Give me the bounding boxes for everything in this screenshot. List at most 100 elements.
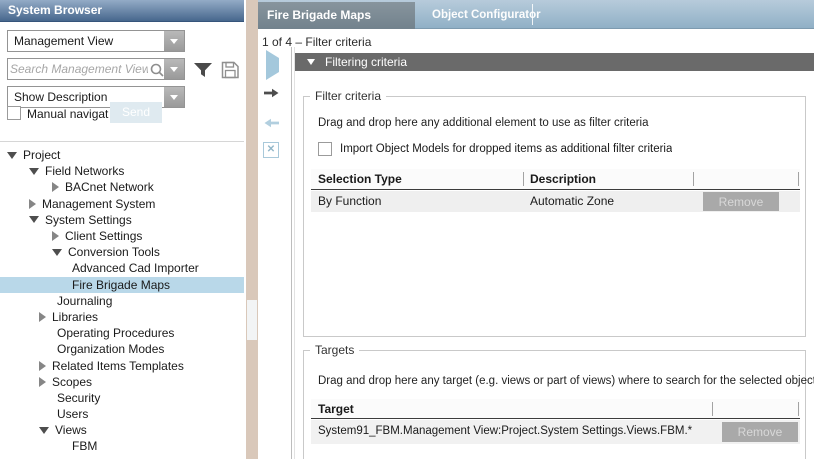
- remove-filter-button[interactable]: Remove: [703, 192, 779, 211]
- filter-drop-hint: Drag and drop here any additional elemen…: [318, 117, 649, 129]
- search-input[interactable]: [10, 60, 148, 78]
- tree-item-security[interactable]: Security: [0, 390, 244, 406]
- remove-target-button[interactable]: Remove: [722, 422, 798, 442]
- forward-arrow-icon: [264, 89, 279, 97]
- tree-item-label: Conversion Tools: [68, 245, 160, 259]
- breadcrumb: 1 of 4 – Filter criteria: [262, 35, 371, 49]
- tree-item-users[interactable]: Users: [0, 406, 244, 422]
- filter-table-header: Selection Type Description: [311, 169, 800, 190]
- expand-arrow-icon[interactable]: [29, 199, 36, 209]
- tree-item-label: Advanced Cad Importer: [72, 261, 199, 275]
- tree-item-label: Management System: [42, 197, 155, 211]
- tree-item-label: Client Settings: [65, 229, 142, 243]
- tree-item-label: BACnet Network: [65, 180, 154, 194]
- tree-item-conversion-tools[interactable]: Conversion Tools: [0, 244, 244, 260]
- tree-item-system-settings[interactable]: System Settings: [0, 212, 244, 228]
- column-separator[interactable]: [523, 172, 524, 186]
- expand-arrow-icon[interactable]: [39, 361, 46, 371]
- column-header-target[interactable]: Target: [318, 402, 354, 416]
- tree-item-related-items-templates[interactable]: Related Items Templates: [0, 357, 244, 373]
- collapse-arrow-icon[interactable]: [29, 216, 39, 223]
- column-separator[interactable]: [712, 402, 713, 416]
- tab-object-configurator[interactable]: Object Configurator: [430, 2, 545, 29]
- column-header-selection-type[interactable]: Selection Type: [318, 172, 402, 186]
- separator-line: [0, 141, 244, 142]
- close-icon: ✕: [267, 144, 275, 155]
- manual-navigation-checkbox[interactable]: [7, 106, 21, 120]
- tree-item-label: Users: [57, 407, 88, 421]
- save-icon[interactable]: [221, 61, 240, 79]
- tab-separator: [532, 4, 533, 25]
- tree-item-views[interactable]: Views: [0, 422, 244, 438]
- view-selector-arrow-button[interactable]: [164, 31, 184, 51]
- collapse-arrow-icon[interactable]: [7, 152, 17, 159]
- play-button[interactable]: [266, 58, 279, 72]
- search-icon[interactable]: [149, 62, 165, 78]
- panel-title: System Browser: [0, 0, 244, 22]
- tree-item-journaling[interactable]: Journaling: [0, 293, 244, 309]
- targets-group-label: Targets: [310, 343, 359, 357]
- filter-criteria-group-label: Filter criteria: [310, 89, 386, 103]
- column-separator[interactable]: [798, 172, 799, 186]
- splitter-grip-handle[interactable]: [247, 300, 257, 340]
- expand-arrow-icon[interactable]: [39, 377, 46, 387]
- tree-item-fbm[interactable]: FBM: [0, 438, 244, 454]
- expand-arrow-icon[interactable]: [39, 312, 46, 322]
- display-mode-arrow-button[interactable]: [164, 87, 184, 107]
- panel-splitter[interactable]: [246, 0, 258, 459]
- tree-item-label: Fire Brigade Maps: [72, 278, 170, 292]
- tree-item-bacnet-network[interactable]: BACnet Network: [0, 179, 244, 195]
- cell-selection-type: By Function: [318, 194, 381, 208]
- collapse-arrow-icon[interactable]: [52, 249, 62, 256]
- manual-navigation-label: Manual navigatic: [27, 107, 109, 121]
- collapse-arrow-icon[interactable]: [307, 59, 315, 65]
- tree-item-libraries[interactable]: Libraries: [0, 309, 244, 325]
- collapse-arrow-icon[interactable]: [29, 168, 39, 175]
- tree-item-label: Security: [57, 391, 100, 405]
- import-object-models-checkbox[interactable]: [318, 142, 332, 156]
- tab-strip: Fire Brigade Maps Object Configurator: [258, 0, 814, 29]
- targets-table-header: Target: [311, 399, 800, 419]
- tree-item-management-system[interactable]: Management System: [0, 196, 244, 212]
- filtering-criteria-section-header[interactable]: Filtering criteria: [295, 53, 814, 71]
- back-arrow-icon: [265, 119, 280, 127]
- tree-item-field-networks[interactable]: Field Networks: [0, 163, 244, 179]
- filter-table-row[interactable]: By Function Automatic Zone Remove: [311, 191, 800, 212]
- tree-item-label: Scopes: [52, 375, 92, 389]
- tree-item-scopes[interactable]: Scopes: [0, 374, 244, 390]
- tree-item-label: Operating Procedures: [57, 326, 174, 340]
- tree-item-label: Organization Modes: [57, 342, 164, 356]
- expand-arrow-icon[interactable]: [52, 182, 59, 192]
- view-selector-value: Management View: [14, 34, 113, 48]
- tree-item-label: Libraries: [52, 310, 98, 324]
- column-separator[interactable]: [798, 402, 799, 416]
- column-header-description[interactable]: Description: [530, 172, 596, 186]
- tree-item-client-settings[interactable]: Client Settings: [0, 228, 244, 244]
- tree-item-fire-brigade-maps[interactable]: Fire Brigade Maps: [0, 277, 244, 293]
- tree-item-organization-modes[interactable]: Organization Modes: [0, 341, 244, 357]
- close-button[interactable]: ✕: [263, 142, 279, 158]
- tree-item-project[interactable]: Project: [0, 147, 244, 163]
- tree-item-label: System Settings: [45, 213, 132, 227]
- send-button[interactable]: Send: [110, 102, 162, 123]
- vertical-divider: [291, 47, 292, 459]
- cell-description: Automatic Zone: [530, 194, 614, 208]
- collapse-arrow-icon[interactable]: [39, 427, 49, 434]
- expand-arrow-icon[interactable]: [52, 231, 59, 241]
- application-window: System Browser Management View Show De: [0, 0, 814, 459]
- tab-fire-brigade-maps[interactable]: Fire Brigade Maps: [258, 2, 415, 29]
- chevron-down-icon: [170, 95, 178, 100]
- tree-item-label: Project: [23, 148, 60, 162]
- targets-table-row[interactable]: System91_FBM.Management View:Project.Sys…: [311, 420, 800, 444]
- back-button[interactable]: [263, 117, 280, 129]
- targets-drop-hint: Drag and drop here any target (e.g. view…: [318, 375, 814, 387]
- filter-icon[interactable]: [193, 62, 213, 78]
- column-separator[interactable]: [693, 172, 694, 186]
- view-selector-dropdown[interactable]: Management View: [7, 30, 185, 52]
- forward-button[interactable]: [263, 87, 280, 99]
- tree-item-advanced-cad-importer[interactable]: Advanced Cad Importer: [0, 260, 244, 276]
- tree-item-label: Views: [55, 423, 87, 437]
- tree-item-operating-procedures[interactable]: Operating Procedures: [0, 325, 244, 341]
- search-dropdown-arrow-button[interactable]: [164, 59, 184, 79]
- search-box[interactable]: [7, 58, 185, 80]
